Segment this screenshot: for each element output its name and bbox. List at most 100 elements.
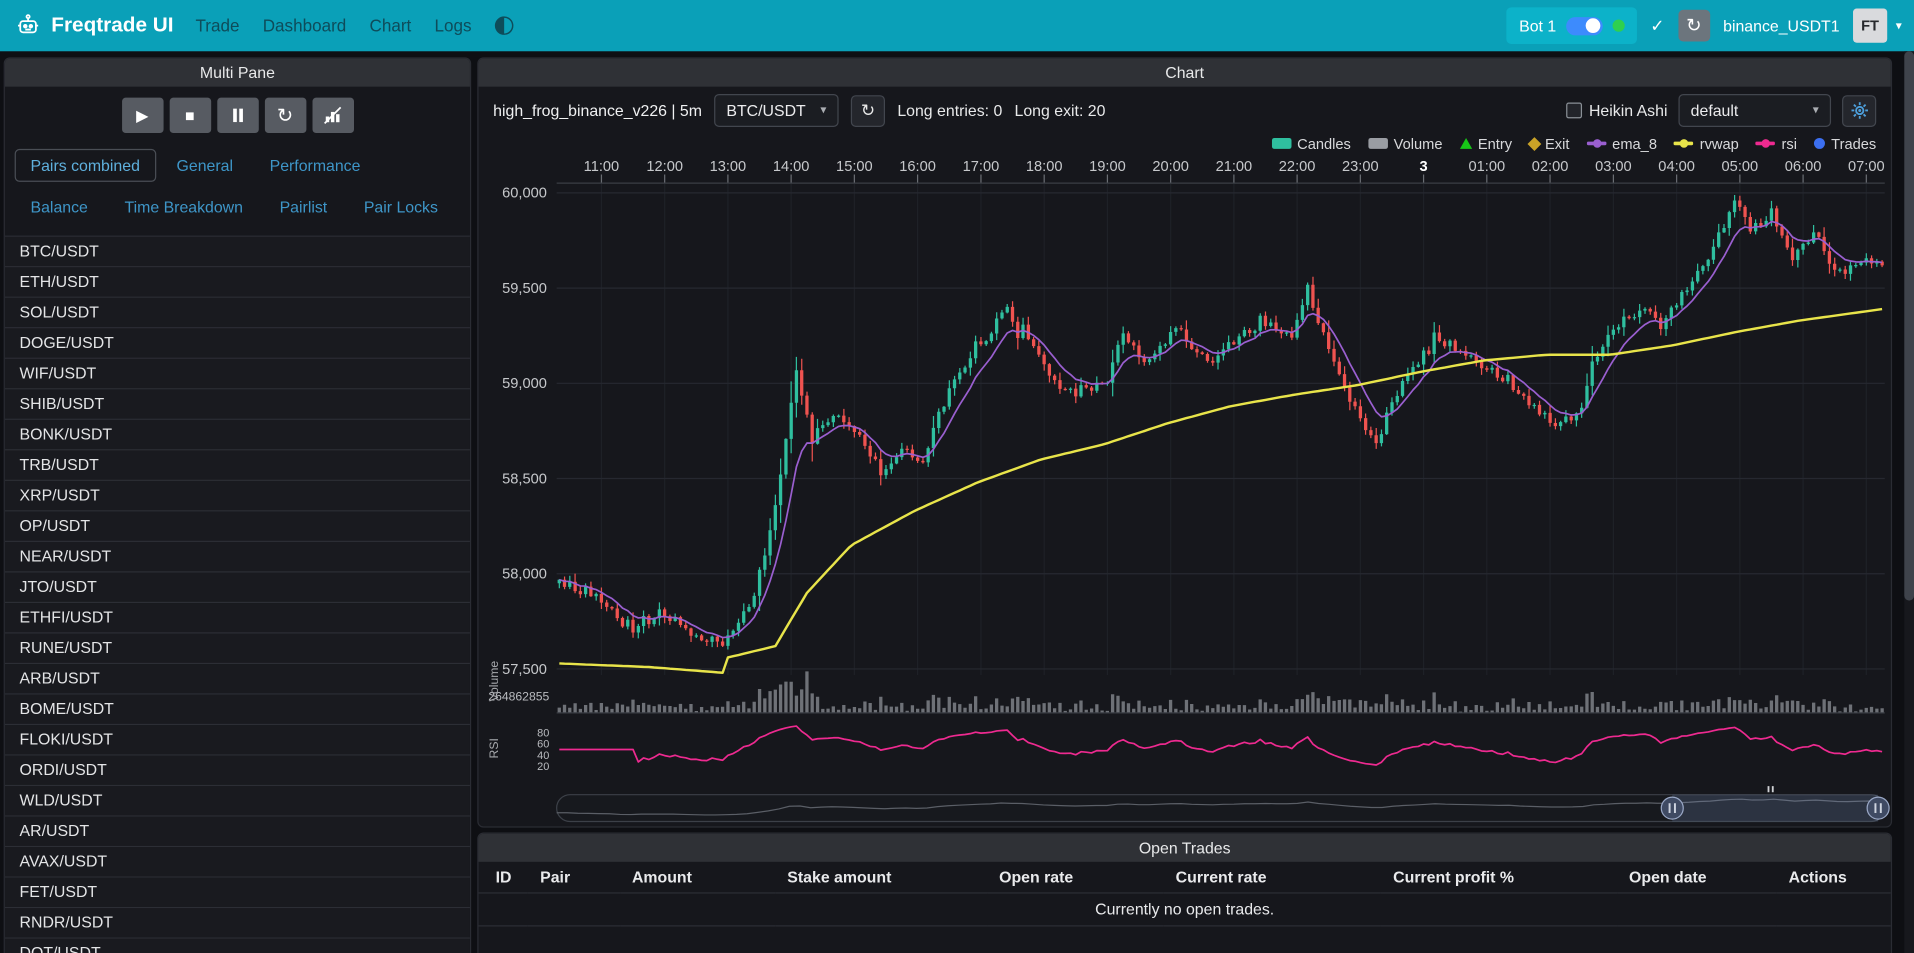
bot-online-dot	[1612, 20, 1624, 32]
chart-toolbar: high_frog_binance_v226 | 5m BTC/USDT ▾ ↻…	[479, 92, 1891, 130]
chevron-down-icon: ▾	[1813, 104, 1819, 117]
scrollbar-thumb[interactable]	[1904, 51, 1914, 600]
bot-selector[interactable]: Bot 1	[1507, 7, 1637, 44]
bot-check-icon: ✓	[1650, 15, 1664, 36]
legend-item-volume[interactable]: Volume	[1368, 135, 1443, 152]
svg-text:59,500: 59,500	[502, 281, 547, 297]
pair-row[interactable]: BTC/USDT	[5, 237, 470, 268]
pair-row[interactable]: DOT/USDT	[5, 939, 470, 953]
pair-row[interactable]: XRP/USDT	[5, 481, 470, 512]
tab-time-breakdown[interactable]: Time Breakdown	[109, 190, 259, 223]
pair-row[interactable]: BOME/USDT	[5, 695, 470, 726]
svg-text:07:00: 07:00	[1848, 159, 1885, 175]
svg-text:16:00: 16:00	[899, 159, 936, 175]
legend-label: Entry	[1478, 135, 1512, 152]
nav-link-logs[interactable]: Logs	[434, 16, 471, 36]
tab-balance[interactable]: Balance	[15, 190, 104, 223]
pair-row[interactable]: AR/USDT	[5, 817, 470, 848]
column-header: Current rate	[1163, 862, 1380, 893]
pair-row[interactable]: ARB/USDT	[5, 664, 470, 695]
legend-label: rvwap	[1700, 135, 1739, 152]
legend-item-trades[interactable]: Trades	[1814, 135, 1876, 152]
svg-text:20: 20	[537, 761, 549, 773]
legend-item-rvwap[interactable]: rvwap	[1674, 135, 1739, 152]
user-menu-caret-icon[interactable]: ▾	[1896, 19, 1902, 32]
pair-row[interactable]: WLD/USDT	[5, 786, 470, 817]
tab-pair-locks[interactable]: Pair Locks	[348, 190, 454, 223]
tab-performance[interactable]: Performance	[254, 149, 377, 182]
svg-text:3: 3	[1420, 159, 1428, 175]
svg-text:21:00: 21:00	[1216, 159, 1253, 175]
column-header: ID	[479, 862, 528, 893]
bot-toggle-switch[interactable]	[1566, 16, 1603, 34]
legend-item-exit[interactable]: Exit	[1529, 135, 1569, 152]
legend-item-rsi[interactable]: rsi	[1756, 135, 1797, 152]
refresh-button[interactable]: ↻	[264, 98, 306, 133]
svg-text:58,000: 58,000	[502, 567, 547, 583]
plot-settings-button[interactable]	[1842, 95, 1876, 127]
pause-button[interactable]	[217, 98, 259, 133]
freqtrade-logo-icon	[15, 12, 42, 39]
nav-link-trade[interactable]: Trade	[195, 16, 239, 36]
bot-name-label: Bot 1	[1519, 16, 1556, 34]
svg-text:06:00: 06:00	[1785, 159, 1822, 175]
pair-row[interactable]: SOL/USDT	[5, 298, 470, 329]
candlestick-chart[interactable]: 11:0012:0013:0014:0015:0016:0017:0018:00…	[479, 156, 1891, 827]
pair-row[interactable]: WIF/USDT	[5, 359, 470, 390]
pair-select[interactable]: BTC/USDT ▾	[714, 94, 839, 127]
pair-row[interactable]: BONK/USDT	[5, 420, 470, 451]
svg-text:14:00: 14:00	[773, 159, 810, 175]
legend-item-ema_8[interactable]: ema_8	[1587, 135, 1657, 152]
svg-text:20:00: 20:00	[1152, 159, 1189, 175]
tab-general[interactable]: General	[161, 149, 249, 182]
svg-text:04:00: 04:00	[1658, 159, 1695, 175]
user-avatar[interactable]: FT	[1853, 9, 1887, 43]
page-scrollbar[interactable]	[1904, 51, 1914, 953]
tab-pairlist[interactable]: Pairlist	[264, 190, 343, 223]
plot-config-select[interactable]: default ▾	[1678, 94, 1831, 127]
pair-row[interactable]: RNDR/USDT	[5, 908, 470, 939]
column-header: Open date	[1617, 862, 1777, 893]
heikin-ashi-checkbox[interactable]	[1566, 103, 1582, 119]
datazoom-left-handle[interactable]	[1661, 797, 1683, 819]
svg-text:12:00: 12:00	[646, 159, 683, 175]
pair-row[interactable]: FLOKI/USDT	[5, 725, 470, 756]
nav-link-dashboard[interactable]: Dashboard	[263, 16, 347, 36]
column-header: Stake amount	[775, 862, 987, 893]
pair-row[interactable]: ETH/USDT	[5, 267, 470, 298]
pair-row[interactable]: ETHFI/USDT	[5, 603, 470, 634]
pair-row[interactable]: OP/USDT	[5, 511, 470, 542]
pair-row[interactable]: RUNE/USDT	[5, 634, 470, 665]
pair-select-value: BTC/USDT	[726, 101, 805, 119]
pair-row[interactable]: NEAR/USDT	[5, 542, 470, 573]
chart-legend: Candles Volume Entry Exit ema_8 rvwap rsi Trade…	[479, 129, 1891, 156]
pair-row[interactable]: SHIB/USDT	[5, 389, 470, 420]
entry-marker-icon	[1460, 138, 1472, 149]
theme-toggle-icon[interactable]	[495, 16, 515, 36]
pair-row[interactable]: JTO/USDT	[5, 573, 470, 604]
chart-header: Chart	[479, 59, 1891, 87]
datazoom-right-handle[interactable]	[1867, 797, 1889, 819]
ema_8-marker-icon	[1587, 142, 1607, 146]
pair-row[interactable]: ORDI/USDT	[5, 756, 470, 787]
plot-config-value: default	[1691, 101, 1739, 119]
toggle-chart-button[interactable]	[312, 98, 354, 133]
column-header: Amount	[620, 862, 775, 893]
pair-row[interactable]: DOGE/USDT	[5, 328, 470, 359]
nav-link-chart[interactable]: Chart	[370, 16, 412, 36]
legend-item-entry[interactable]: Entry	[1460, 135, 1513, 152]
stop-button[interactable]: ■	[169, 98, 211, 133]
pair-row[interactable]: TRB/USDT	[5, 450, 470, 481]
play-button[interactable]: ▶	[121, 98, 163, 133]
pairs-tabs: Pairs combinedGeneralPerformance BalanceT…	[5, 144, 470, 236]
legend-item-candles[interactable]: Candles	[1271, 135, 1350, 152]
svg-text:15:00: 15:00	[836, 159, 873, 175]
pair-row[interactable]: FET/USDT	[5, 878, 470, 909]
pair-row[interactable]: AVAX/USDT	[5, 847, 470, 878]
reload-bot-button[interactable]: ↻	[1678, 10, 1710, 42]
open-trades-table: IDPairAmountStake amountOpen rateCurrent…	[479, 862, 1891, 927]
pane-controls: ▶ ■ ↻	[5, 87, 470, 144]
chart-area[interactable]: 11:0012:0013:0014:0015:0016:0017:0018:00…	[479, 156, 1891, 827]
refresh-chart-button[interactable]: ↻	[851, 95, 885, 127]
tab-pairs-combined[interactable]: Pairs combined	[15, 149, 156, 182]
